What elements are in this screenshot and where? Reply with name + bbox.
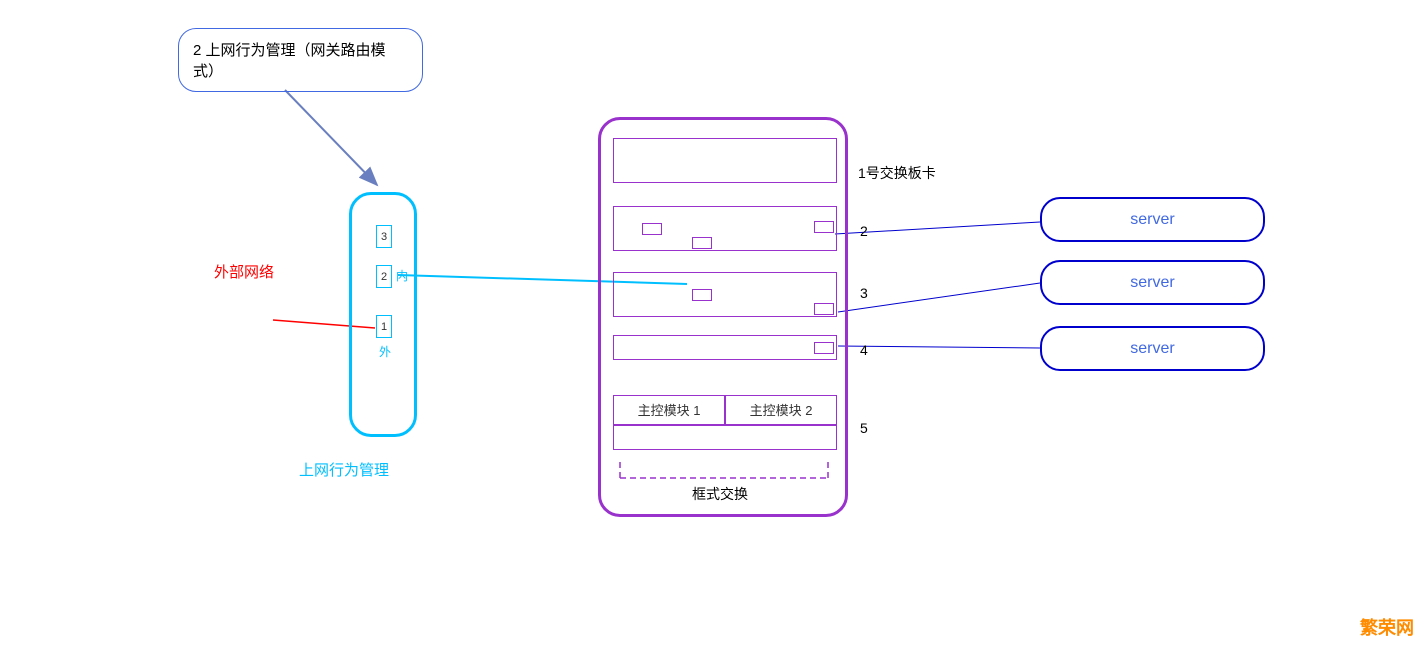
module-1: 主控模块 1 <box>613 395 725 425</box>
chassis-switch: 主控模块 1 主控模块 2 <box>598 117 848 517</box>
gateway-port-3: 3 <box>376 225 392 248</box>
slot-label-3: 3 <box>860 285 868 301</box>
slot-label-2: 2 <box>860 223 868 239</box>
slot2-port-left <box>642 223 662 235</box>
slot3-port-left <box>692 289 712 301</box>
slot-label-4: 4 <box>860 342 868 358</box>
chassis-slot-1 <box>613 138 837 183</box>
gateway-caption: 上网行为管理 <box>299 459 389 480</box>
chassis-slot-4 <box>613 335 837 360</box>
chassis-caption: 框式交换 <box>692 484 748 504</box>
chassis-modules-row: 主控模块 1 主控模块 2 <box>613 395 837 425</box>
server-2: server <box>1040 260 1265 305</box>
external-network-label: 外部网络 <box>214 261 274 282</box>
chassis-slot-3 <box>613 272 837 317</box>
slot-label-5: 5 <box>860 420 868 436</box>
slot2-port-right <box>814 221 834 233</box>
chassis-slot-2 <box>613 206 837 251</box>
gateway-port-1: 1 <box>376 315 392 338</box>
gateway-port2-label: 内 <box>396 267 408 284</box>
slot2-port-mid <box>692 237 712 249</box>
slot3-port-right <box>814 303 834 315</box>
watermark: 繁荣网 <box>1360 614 1414 640</box>
chassis-slot-5 <box>613 425 837 450</box>
slot4-port-right <box>814 342 834 354</box>
server-3: server <box>1040 326 1265 371</box>
server-1: server <box>1040 197 1265 242</box>
module-2: 主控模块 2 <box>725 395 837 425</box>
slot-label-1: 1号交换板卡 <box>858 163 936 183</box>
gateway-port-2: 2 <box>376 265 392 288</box>
gateway-device: 3 2 内 1 外 <box>349 192 417 437</box>
callout-gateway-mode: 2 上网行为管理（网关路由模式） <box>178 28 423 92</box>
callout-text: 2 上网行为管理（网关路由模式） <box>193 42 386 80</box>
gateway-port1-label: 外 <box>379 343 391 360</box>
